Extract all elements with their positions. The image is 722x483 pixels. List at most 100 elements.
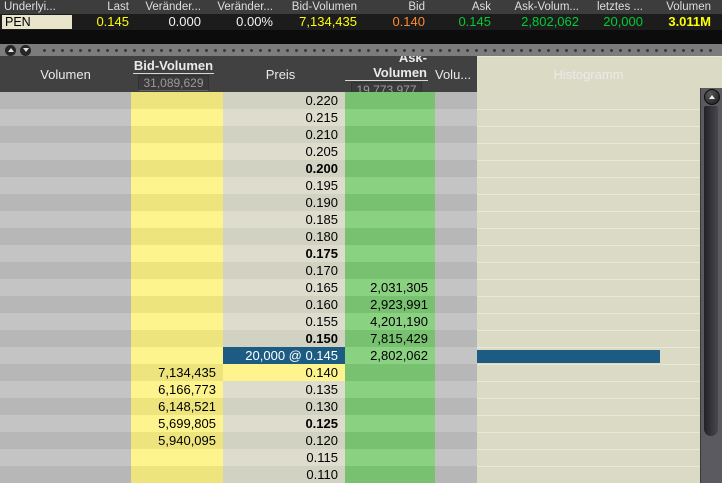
ask-volume-cell[interactable]: [345, 194, 435, 211]
bid-volume-cell[interactable]: [131, 449, 223, 466]
ask-volume-cell[interactable]: [345, 364, 435, 381]
price-cell[interactable]: 0.170: [223, 262, 345, 279]
price-cell[interactable]: 0.135: [223, 381, 345, 398]
price-cell[interactable]: 0.110: [223, 466, 345, 483]
bid-volume-cell[interactable]: [131, 160, 223, 177]
bid-volume-cell[interactable]: [131, 211, 223, 228]
booktrader-window: Underlyi...LastVeränder...Veränder...Bid…: [0, 0, 722, 483]
price-cell[interactable]: 0.115: [223, 449, 345, 466]
quote-panel: Underlyi...LastVeränder...Veränder...Bid…: [0, 0, 722, 30]
ask-volume-cell[interactable]: 7,815,429: [345, 330, 435, 347]
price-cell[interactable]: 0.210: [223, 126, 345, 143]
bid-volume-cell[interactable]: [131, 92, 223, 109]
price-cell[interactable]: 0.140: [223, 364, 345, 381]
ask-volume-cell[interactable]: 2,031,305: [345, 279, 435, 296]
ladder-row: 0.200: [0, 160, 700, 177]
histogram-cell: [477, 194, 700, 211]
bid-volume-cell[interactable]: [131, 466, 223, 483]
bid-volume-cell[interactable]: 6,148,521: [131, 398, 223, 415]
price-cell[interactable]: 0.125: [223, 415, 345, 432]
price-cell[interactable]: 0.195: [223, 177, 345, 194]
ladder-row: 0.205: [0, 143, 700, 160]
quote-header-change_pct: Veränder...: [206, 0, 278, 14]
bid-volume-cell[interactable]: 7,134,435: [131, 364, 223, 381]
price-cell[interactable]: 0.215: [223, 109, 345, 126]
panel-gap: [0, 30, 722, 44]
ask-volume-cell[interactable]: [345, 92, 435, 109]
bid-volume-cell[interactable]: [131, 194, 223, 211]
ladder-row: 0.1507,815,429: [0, 330, 700, 347]
bid-volume-cell[interactable]: 5,940,095: [131, 432, 223, 449]
histogram-cell: [477, 415, 700, 432]
collapse-down-button[interactable]: [20, 45, 31, 56]
price-cell[interactable]: 0.185: [223, 211, 345, 228]
histogram-cell: [477, 296, 700, 313]
bid-volume-cell[interactable]: [131, 177, 223, 194]
price-cell[interactable]: 20,000 @ 0.145: [223, 347, 345, 364]
price-cell[interactable]: 0.175: [223, 245, 345, 262]
collapse-up-button[interactable]: [5, 45, 16, 56]
vertical-scrollbar[interactable]: [700, 88, 722, 483]
bid-volume-cell[interactable]: 5,699,805: [131, 415, 223, 432]
bid-volume-cell[interactable]: [131, 245, 223, 262]
bid-volume-cell[interactable]: [131, 109, 223, 126]
bid-volume-cell[interactable]: [131, 143, 223, 160]
price-cell[interactable]: 0.150: [223, 330, 345, 347]
bid-volume-cell[interactable]: [131, 330, 223, 347]
ladder-row: 0.195: [0, 177, 700, 194]
volume2-cell: [435, 466, 477, 483]
bid-volume-cell[interactable]: [131, 279, 223, 296]
scrollbar-thumb[interactable]: [704, 106, 718, 436]
ask-volume-cell[interactable]: [345, 245, 435, 262]
ask-volume-cell[interactable]: [345, 126, 435, 143]
price-cell[interactable]: 0.165: [223, 279, 345, 296]
price-cell[interactable]: 0.130: [223, 398, 345, 415]
bid-volume-cell[interactable]: [131, 347, 223, 364]
bid-volume-cell[interactable]: [131, 126, 223, 143]
price-cell[interactable]: 0.205: [223, 143, 345, 160]
ask-volume-cell[interactable]: [345, 228, 435, 245]
ask-volume-cell[interactable]: [345, 177, 435, 194]
volume2-cell: [435, 279, 477, 296]
ask-volume-cell[interactable]: [345, 432, 435, 449]
ask-volume-cell[interactable]: [345, 160, 435, 177]
price-cell[interactable]: 0.220: [223, 92, 345, 109]
ask-volume-cell[interactable]: 2,802,062: [345, 347, 435, 364]
price-cell[interactable]: 0.190: [223, 194, 345, 211]
volume-cell: [0, 126, 131, 143]
ask-volume-cell[interactable]: [345, 143, 435, 160]
bid-volume-cell[interactable]: 6,166,773: [131, 381, 223, 398]
price-cell[interactable]: 0.120: [223, 432, 345, 449]
histogram-cell: [477, 313, 700, 330]
price-cell[interactable]: 0.200: [223, 160, 345, 177]
histogram-cell: [477, 381, 700, 398]
volume2-cell: [435, 177, 477, 194]
ask-volume-cell[interactable]: [345, 262, 435, 279]
bid-volume-cell[interactable]: [131, 228, 223, 245]
ask-volume-cell[interactable]: [345, 381, 435, 398]
histogram-cell: [477, 364, 700, 381]
ask-volume-cell[interactable]: 4,201,190: [345, 313, 435, 330]
ask-volume-cell[interactable]: [345, 109, 435, 126]
ask-volume-cell[interactable]: [345, 211, 435, 228]
price-cell[interactable]: 0.160: [223, 296, 345, 313]
price-cell[interactable]: 0.155: [223, 313, 345, 330]
ladder-row: 0.170: [0, 262, 700, 279]
ask-volume-cell[interactable]: 2,923,991: [345, 296, 435, 313]
ladder-row: 0.110: [0, 466, 700, 483]
histogram-cell: [477, 228, 700, 245]
bid-volume-cell[interactable]: [131, 313, 223, 330]
scroll-up-button[interactable]: [704, 89, 720, 105]
volume2-cell: [435, 381, 477, 398]
ask-volume-cell[interactable]: [345, 466, 435, 483]
volume-cell: [0, 143, 131, 160]
splitter-bar[interactable]: [0, 44, 722, 56]
ask-volume-cell[interactable]: [345, 449, 435, 466]
ask-volume-cell[interactable]: [345, 398, 435, 415]
ladder-row: 0.175: [0, 245, 700, 262]
bid-volume-cell[interactable]: [131, 262, 223, 279]
ask-volume-cell[interactable]: [345, 415, 435, 432]
price-cell[interactable]: 0.180: [223, 228, 345, 245]
volume2-cell: [435, 160, 477, 177]
bid-volume-cell[interactable]: [131, 296, 223, 313]
